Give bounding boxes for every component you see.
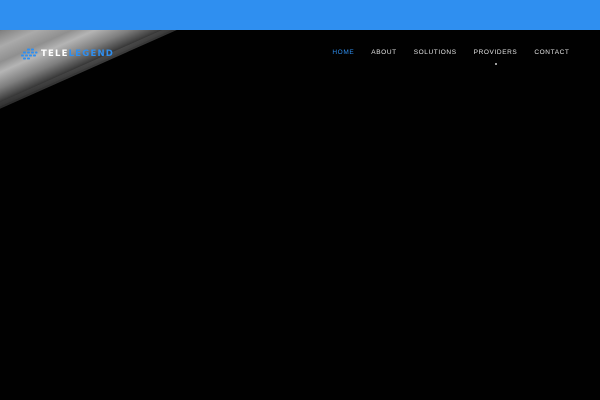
nav-item-contact[interactable]: CONTACT (526, 49, 578, 56)
main-nav: HOME ABOUT SOLUTIONS PROVIDERS CONTACT (324, 46, 578, 65)
hero-section (0, 30, 600, 400)
nav-item-providers-label: PROVIDERS (473, 48, 518, 56)
top-bar (0, 0, 600, 30)
logo-text-primary: TELE (41, 49, 69, 59)
nav-item-solutions[interactable]: SOLUTIONS (405, 49, 465, 56)
submenu-indicator-icon (494, 62, 497, 65)
nav-item-providers[interactable]: PROVIDERS (465, 48, 526, 65)
globe-dots-icon (21, 48, 38, 60)
nav-item-home[interactable]: HOME (324, 49, 363, 56)
nav-item-about[interactable]: ABOUT (363, 49, 405, 56)
site-logo[interactable]: TELELEGEND (20, 47, 114, 61)
logo-text-secondary: LEGEND (68, 49, 115, 59)
logo-wordmark: TELELEGEND (41, 49, 114, 59)
